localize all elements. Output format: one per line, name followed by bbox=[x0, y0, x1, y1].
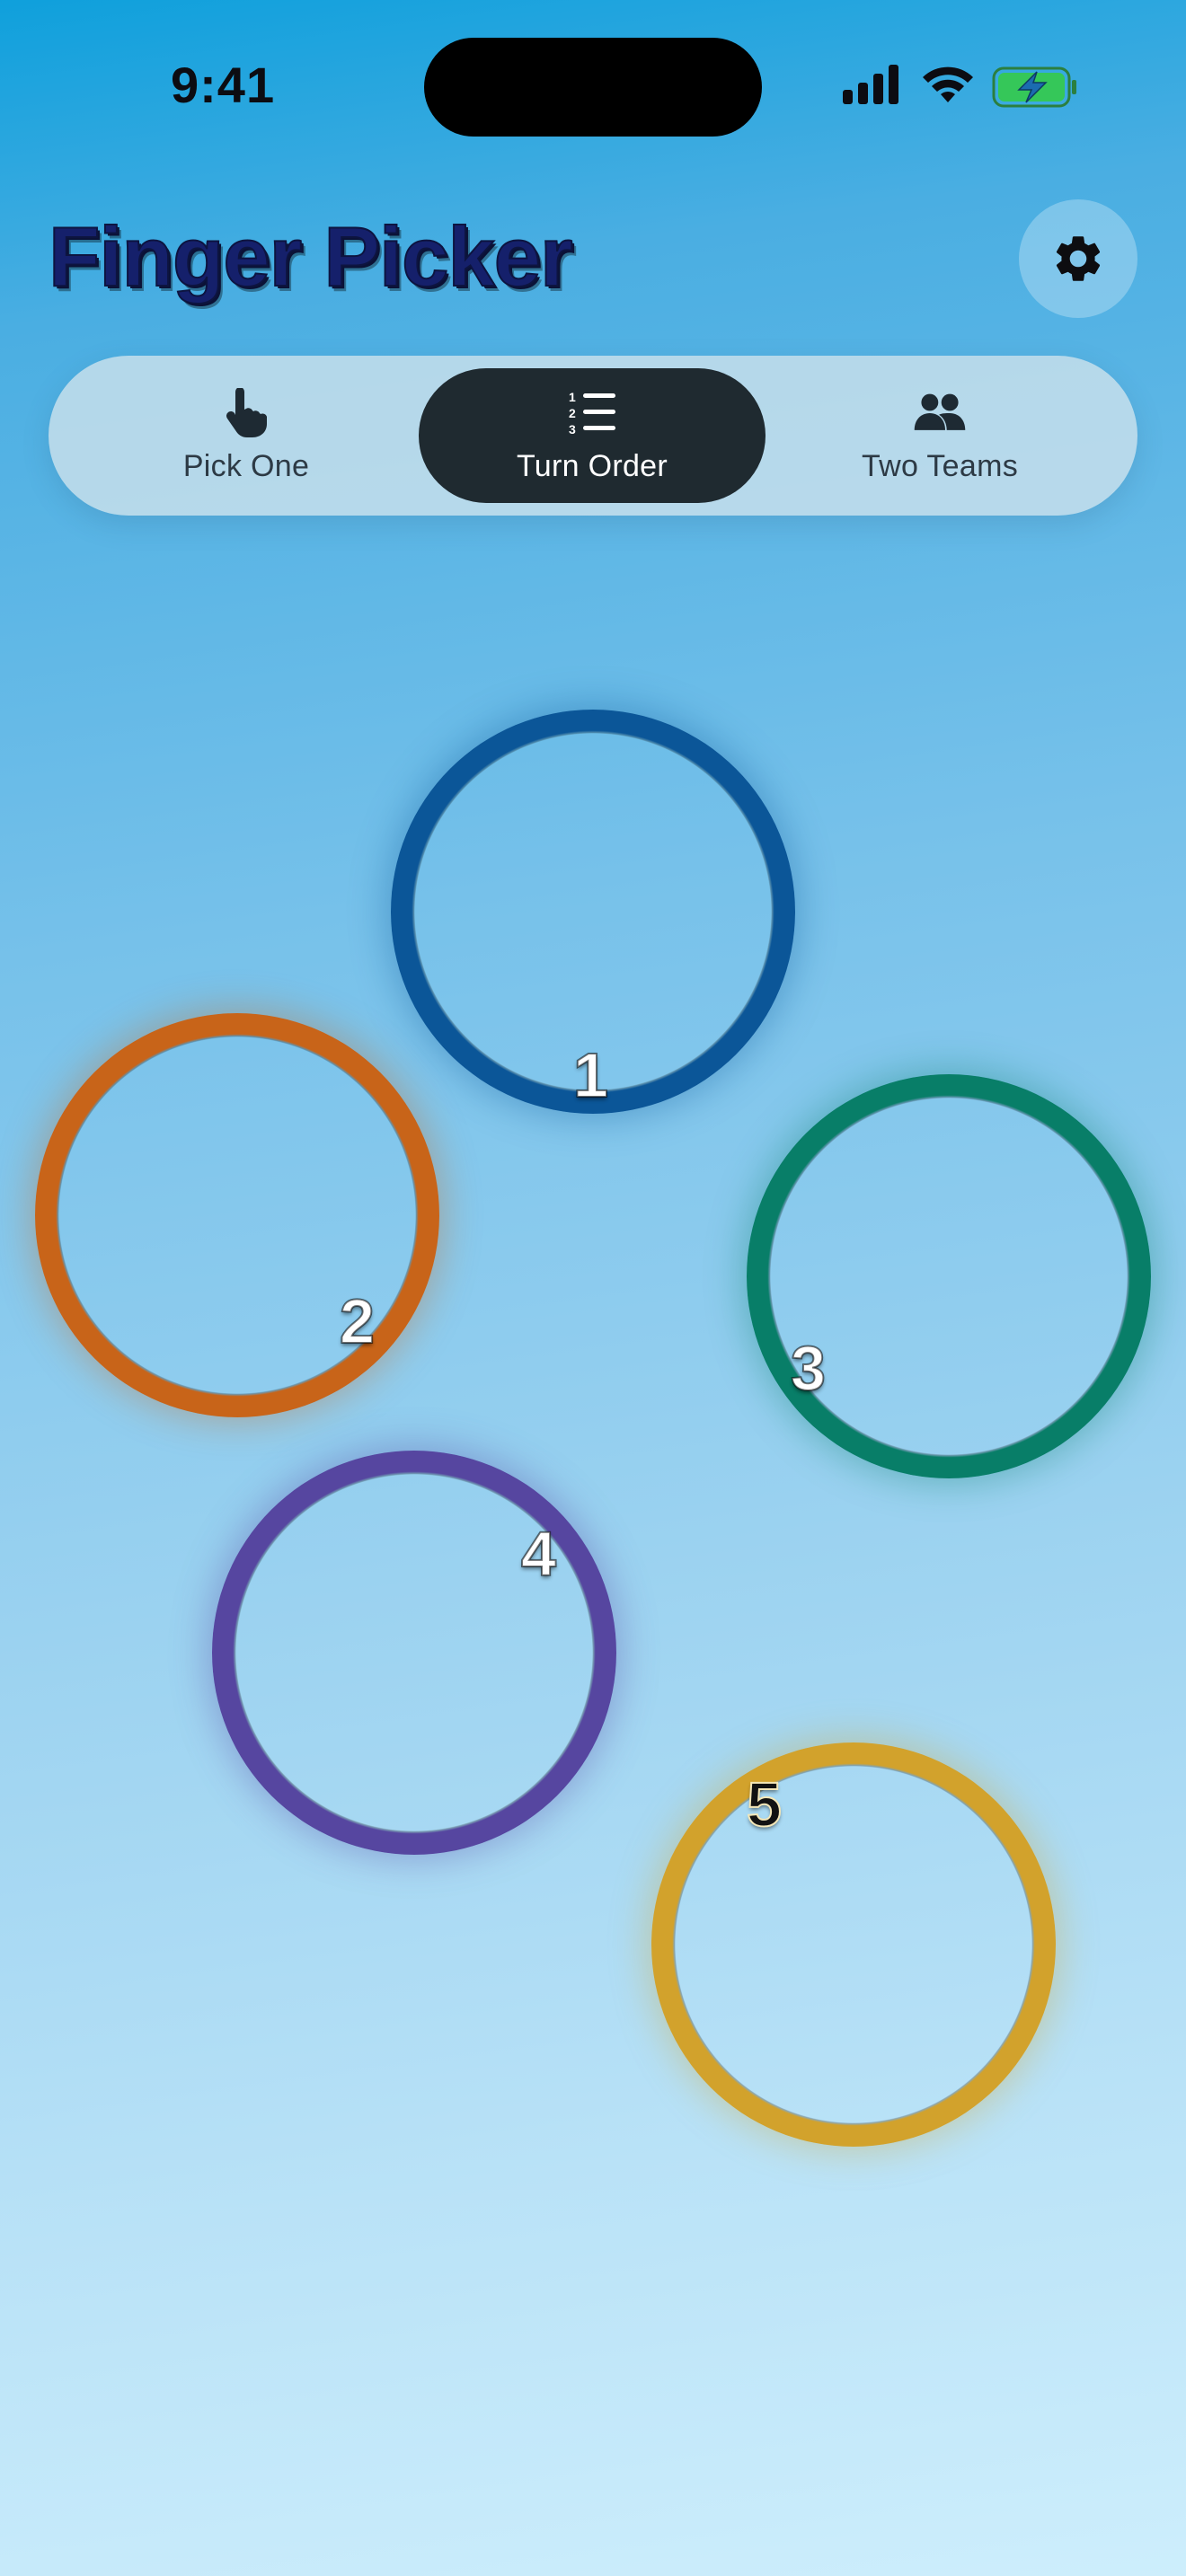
touch-ring[interactable]: 1 bbox=[391, 710, 795, 1114]
touch-ring[interactable]: 5 bbox=[651, 1742, 1056, 2147]
status-time: 9:41 bbox=[171, 57, 276, 113]
gear-icon bbox=[1056, 236, 1101, 281]
svg-text:2: 2 bbox=[569, 406, 576, 420]
turn-order-number: 3 bbox=[790, 1333, 827, 1403]
mode-selector: Pick One 1 2 3 Turn Order Two Teams bbox=[49, 356, 1137, 516]
touch-ring[interactable]: 4 bbox=[212, 1451, 616, 1855]
touch-ring[interactable]: 3 bbox=[747, 1074, 1151, 1478]
svg-text:1: 1 bbox=[569, 390, 576, 404]
battery-charging-icon bbox=[992, 66, 1076, 108]
settings-button[interactable] bbox=[1019, 199, 1137, 318]
turn-order-number: 1 bbox=[572, 1040, 609, 1110]
tab-two-teams-label: Two Teams bbox=[861, 448, 1019, 483]
numbered-list-icon: 1 2 3 bbox=[569, 390, 615, 437]
app-title: Finger Picker bbox=[48, 208, 574, 304]
pointing-hand-icon bbox=[226, 387, 267, 437]
tab-pick-one-label: Pick One bbox=[182, 448, 310, 483]
turn-order-number: 2 bbox=[339, 1286, 376, 1356]
turn-order-number: 4 bbox=[520, 1519, 557, 1589]
two-people-icon bbox=[914, 393, 966, 430]
svg-text:3: 3 bbox=[569, 422, 576, 437]
tab-turn-order[interactable]: 1 2 3 Turn Order bbox=[419, 368, 766, 503]
touch-ring[interactable]: 2 bbox=[35, 1013, 439, 1417]
tab-pick-one[interactable]: Pick One bbox=[84, 368, 408, 503]
dynamic-island bbox=[424, 38, 762, 137]
wifi-icon bbox=[923, 66, 973, 102]
cellular-signal-icon bbox=[843, 65, 898, 104]
turn-order-number: 5 bbox=[746, 1769, 783, 1839]
tab-two-teams[interactable]: Two Teams bbox=[778, 368, 1102, 503]
tab-turn-order-label: Turn Order bbox=[516, 448, 668, 483]
